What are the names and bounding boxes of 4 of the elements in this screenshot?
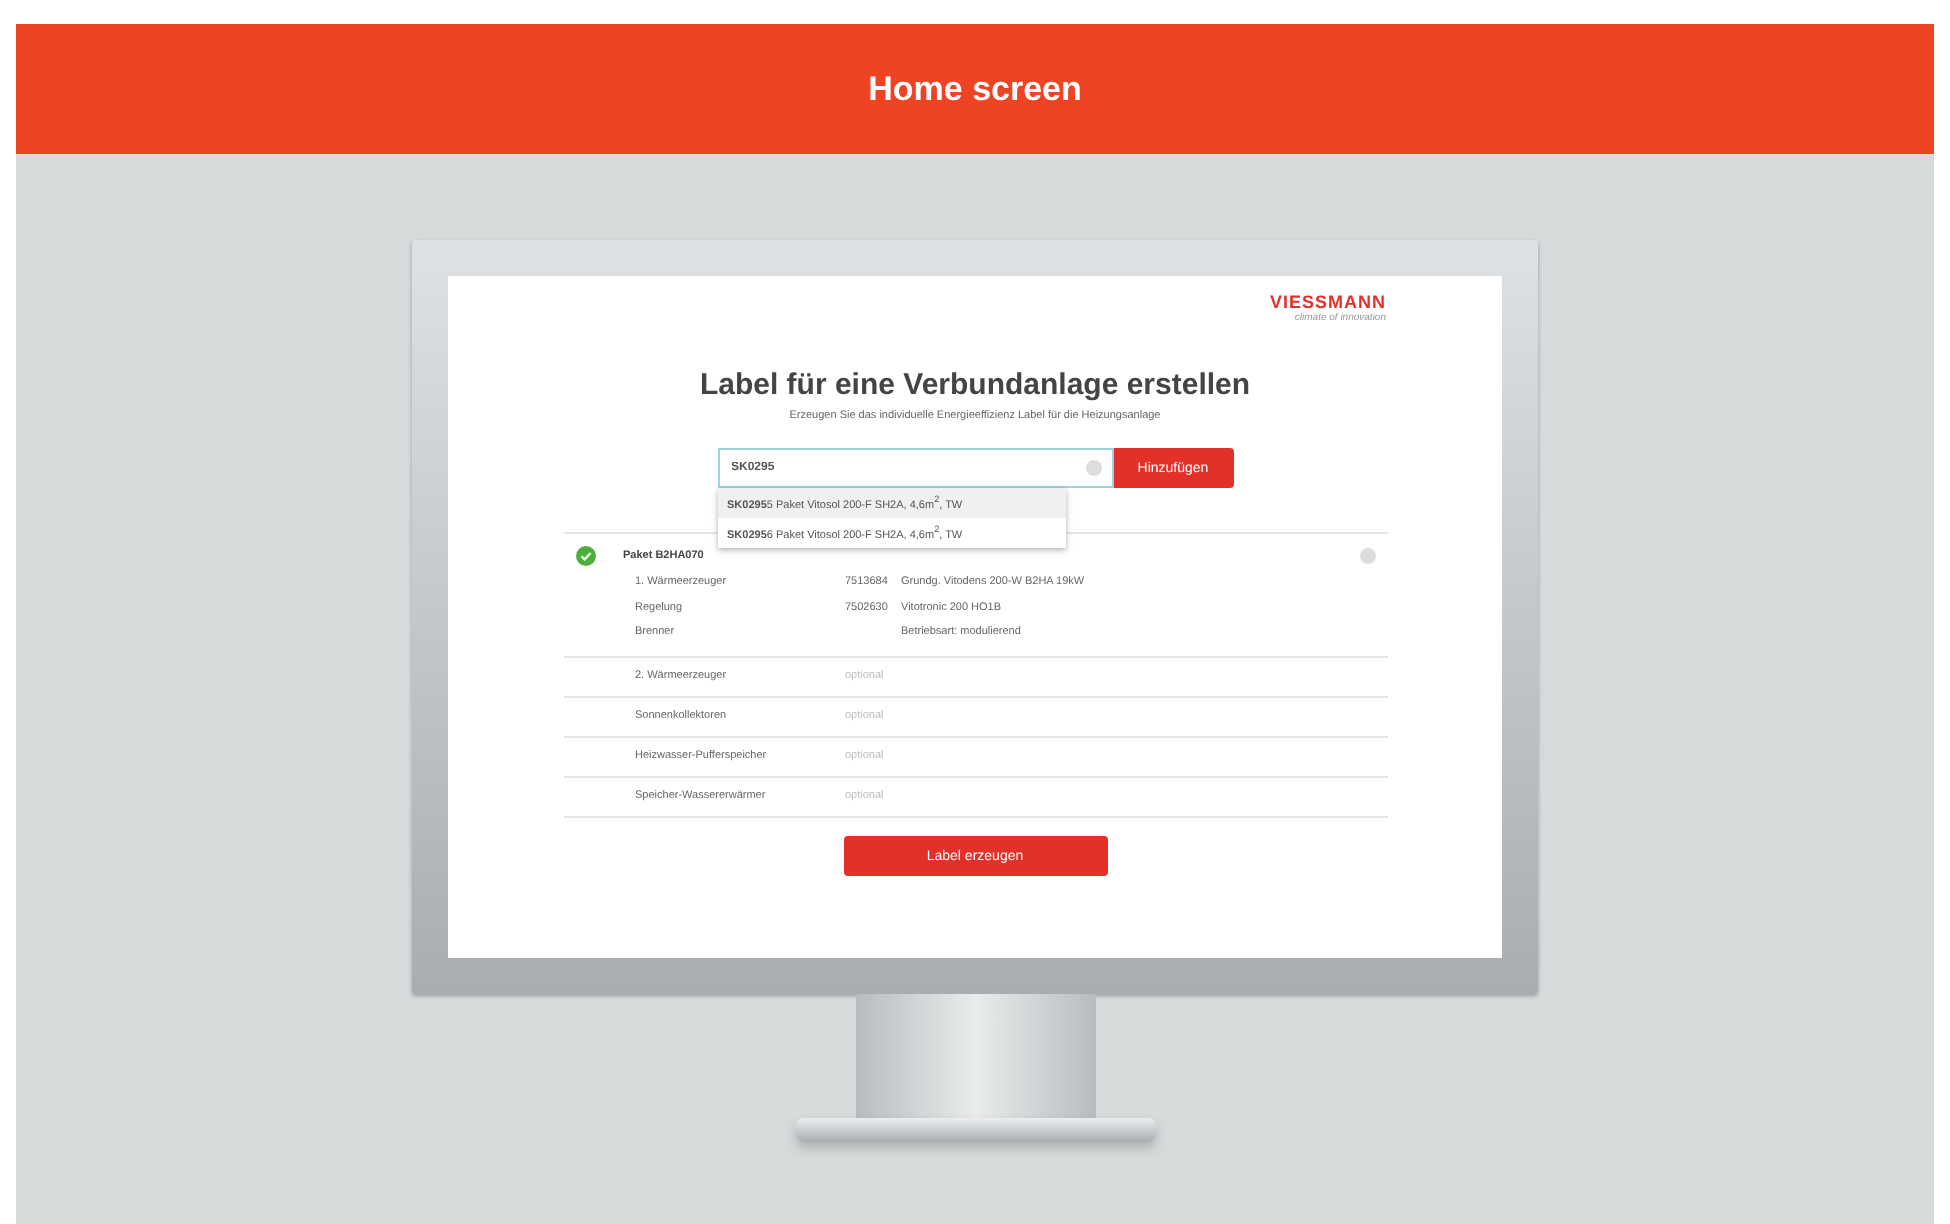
page-title: Label für eine Verbundanlage erstellen xyxy=(699,368,1251,402)
header-title: Home screen xyxy=(868,69,1082,109)
brand-logo: VIESSMANN xyxy=(1269,292,1386,312)
remove-icon[interactable] xyxy=(1359,548,1375,564)
